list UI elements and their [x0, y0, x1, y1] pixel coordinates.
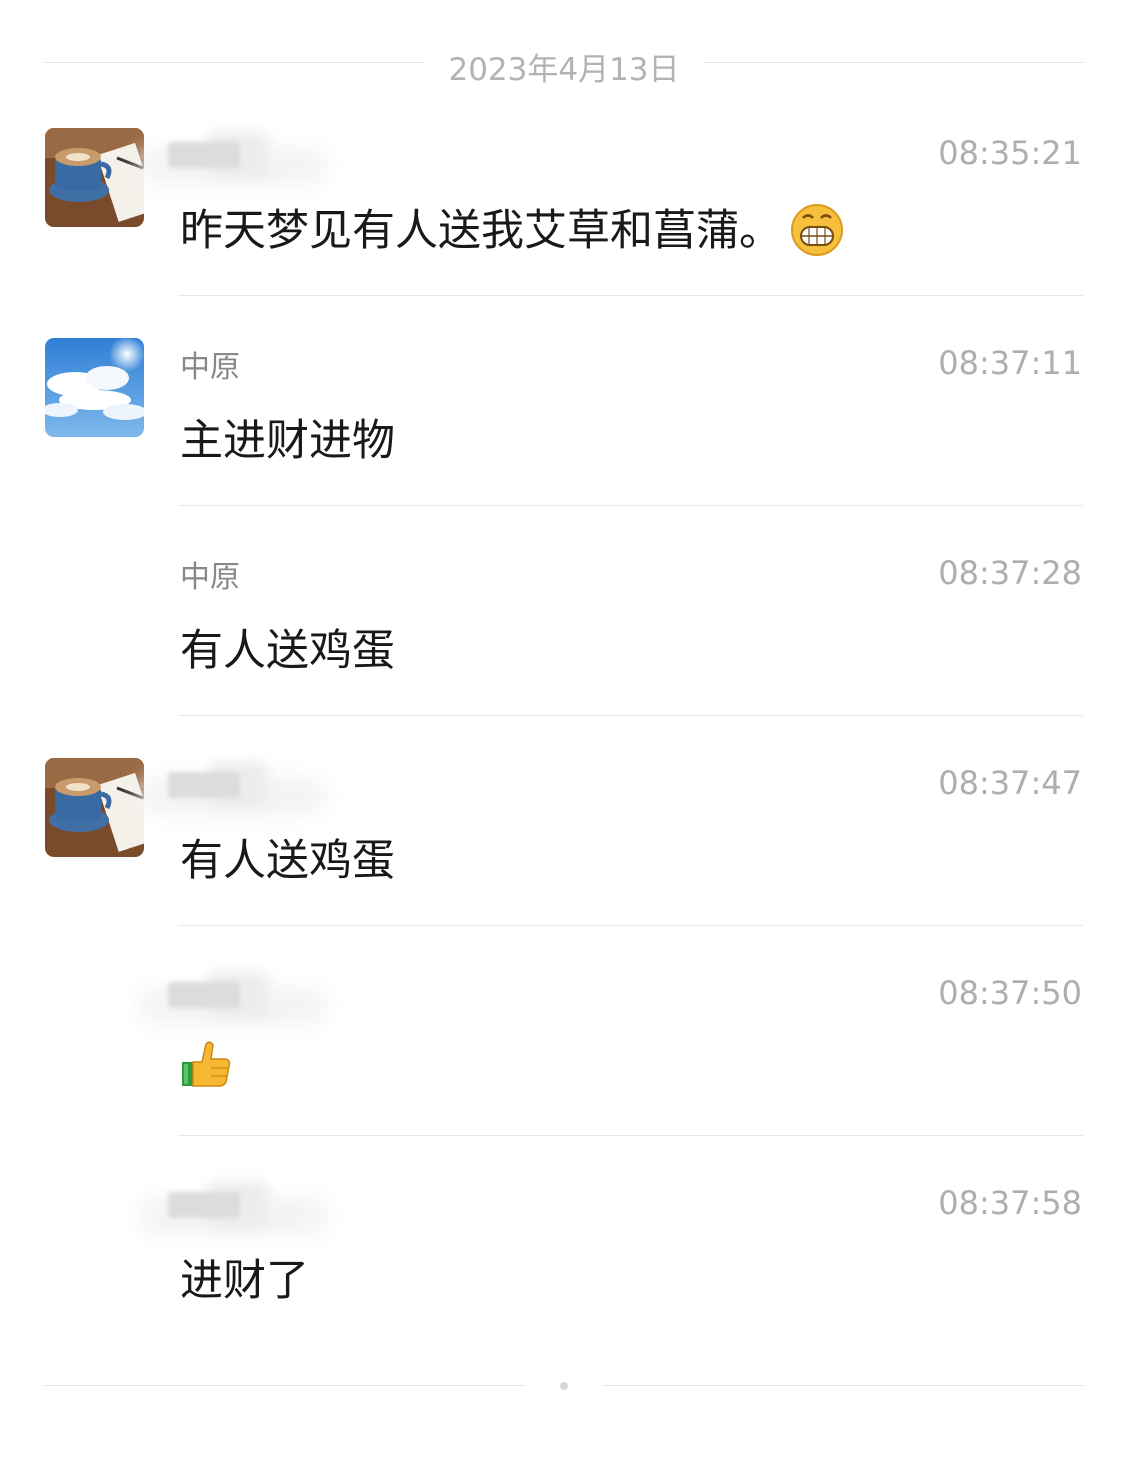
- blurred-sender-name: [138, 758, 328, 816]
- chat-message: 08:37:50: [0, 968, 1128, 1178]
- message-text: 昨天梦见有人送我艾草和菖蒲。: [180, 196, 844, 261]
- chat-message: 中原 08:37:11 主进财进物: [0, 338, 1128, 548]
- date-separator: 2023年4月13日: [44, 38, 1084, 88]
- sender-name[interactable]: 中原: [180, 552, 240, 596]
- avatar-sky[interactable]: [45, 338, 144, 437]
- date-label: 2023年4月13日: [448, 52, 680, 88]
- message-divider: [178, 295, 1083, 296]
- chat-message: 08:37:58 进财了: [0, 1178, 1128, 1388]
- message-text: 进财了: [180, 1256, 309, 1306]
- blurred-sender-name: [138, 1178, 328, 1236]
- message-text: 有人送鸡蛋: [180, 626, 395, 676]
- message-divider: [178, 925, 1083, 926]
- message-text: 主进财进物: [180, 416, 395, 466]
- message-divider: [178, 505, 1083, 506]
- avatar-coffee[interactable]: [45, 758, 144, 857]
- message-divider: [178, 715, 1083, 716]
- chat-message: 中原 08:37:28 有人送鸡蛋: [0, 548, 1128, 758]
- message-text-content: 昨天梦见有人送我艾草和菖蒲。: [180, 206, 782, 256]
- message-text: 有人送鸡蛋: [180, 836, 395, 886]
- message-time: 08:37:47: [938, 764, 1082, 802]
- avatar-coffee[interactable]: [45, 128, 144, 227]
- divider: [602, 1385, 1084, 1386]
- bottom-separator: [44, 1382, 1084, 1390]
- dot-indicator: [560, 1382, 568, 1390]
- blurred-sender-name: [138, 968, 328, 1026]
- divider: [704, 62, 1084, 63]
- chat-message: 08:35:21 昨天梦见有人送我艾草和菖蒲。: [0, 128, 1128, 338]
- message-time: 08:37:11: [938, 344, 1082, 382]
- grin-emoji-icon: [791, 203, 843, 256]
- message-time: 08:35:21: [938, 134, 1082, 172]
- sender-name[interactable]: 中原: [180, 342, 240, 386]
- divider: [44, 1385, 526, 1386]
- message-time: 08:37:50: [938, 974, 1082, 1012]
- message-time: 08:37:28: [938, 554, 1082, 592]
- blurred-sender-name: [138, 128, 328, 186]
- thumbs-up-emoji-icon: [182, 1041, 231, 1087]
- chat-message: 08:37:47 有人送鸡蛋: [0, 758, 1128, 968]
- message-divider: [178, 1135, 1083, 1136]
- message-time: 08:37:58: [938, 1184, 1082, 1222]
